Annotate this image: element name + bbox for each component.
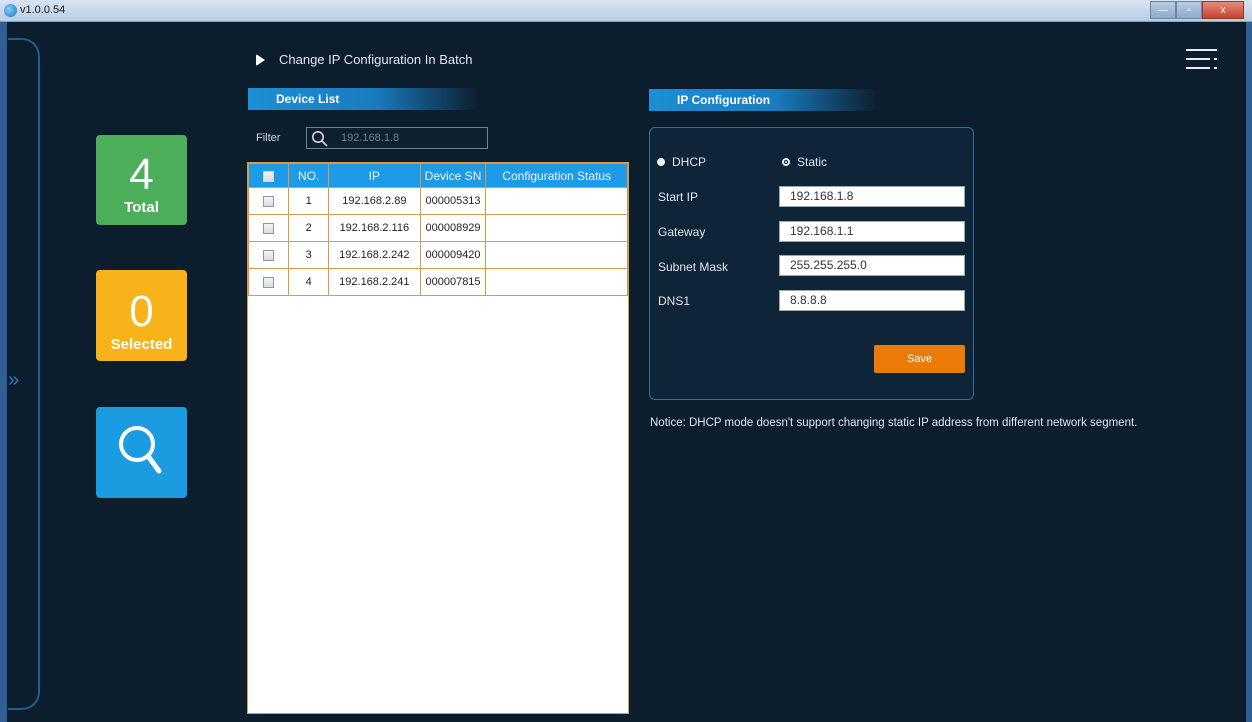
close-button[interactable]: x: [1202, 1, 1244, 19]
row-no: 1: [288, 187, 330, 215]
window-title: v1.0.0.54: [20, 4, 66, 16]
window-frame-right: [1246, 22, 1252, 722]
minimize-button[interactable]: —: [1150, 1, 1176, 19]
col-header-device-sn[interactable]: Device SN: [419, 163, 487, 188]
subnet-mask-field[interactable]: 255.255.255.0: [779, 255, 965, 276]
row-sn: 000007815: [419, 268, 487, 296]
device-list-header: Device List: [248, 88, 480, 110]
page-title: Change IP Configuration In Batch: [279, 52, 473, 67]
total-devices-tile[interactable]: 4 Total: [96, 135, 187, 225]
select-all-checkbox[interactable]: [263, 170, 275, 182]
table-row[interactable]: 2 192.168.2.116 000008929: [247, 214, 628, 242]
page-header: Change IP Configuration In Batch: [256, 52, 472, 67]
dhcp-notice: Notice: DHCP mode doesn't support changi…: [650, 417, 1138, 429]
col-header-no[interactable]: NO.: [288, 163, 330, 188]
total-count: 4: [129, 150, 154, 199]
col-header-ip[interactable]: IP: [328, 163, 421, 188]
row-select-cell: [247, 214, 290, 242]
row-status: [485, 241, 628, 269]
dhcp-label: DHCP: [672, 155, 707, 169]
selected-label: Selected: [110, 336, 173, 353]
dns1-field[interactable]: 8.8.8.8: [779, 290, 965, 311]
row-status: [485, 214, 628, 242]
row-no: 2: [288, 214, 330, 242]
row-sn: 000009420: [419, 241, 487, 269]
window-title-bar: v1.0.0.54 — ▫ x: [0, 0, 1252, 22]
selected-devices-tile[interactable]: 0 Selected: [96, 270, 187, 361]
row-checkbox[interactable]: [263, 249, 275, 261]
selected-count: 0: [129, 287, 154, 336]
table-header-row: NO. IP Device SN Configuration Status: [247, 163, 628, 188]
start-ip-field[interactable]: 192.168.1.8: [779, 186, 965, 207]
row-ip: 192.168.2.241: [328, 268, 421, 296]
window-frame-left: [0, 22, 7, 722]
gateway-label: Gateway: [658, 225, 706, 239]
filter-label: Filter: [256, 132, 281, 144]
filter-value: 192.168.1.8: [341, 132, 400, 144]
device-table: NO. IP Device SN Configuration Status 1 …: [247, 162, 629, 714]
static-radio-indicator: [782, 158, 790, 166]
ip-configuration-header: IP Configuration: [649, 89, 879, 111]
table-row[interactable]: 1 192.168.2.89 000005313: [247, 187, 628, 215]
static-radio[interactable]: Static: [782, 155, 827, 169]
table-row[interactable]: 3 192.168.2.242 000009420: [247, 241, 628, 269]
filter-input[interactable]: 192.168.1.8: [306, 127, 488, 149]
maximize-button[interactable]: ▫: [1176, 1, 1202, 19]
table-row[interactable]: 4 192.168.2.241 000007815: [247, 268, 628, 296]
row-ip: 192.168.2.242: [328, 241, 421, 269]
select-all-cell: [247, 163, 290, 188]
row-ip: 192.168.2.116: [328, 214, 421, 242]
row-select-cell: [247, 268, 290, 296]
row-status: [485, 268, 628, 296]
row-status: [485, 187, 628, 215]
row-select-cell: [247, 187, 290, 215]
dns1-label: DNS1: [658, 294, 691, 308]
search-icon: [312, 131, 328, 147]
play-bullet-icon: [256, 53, 265, 66]
start-ip-label: Start IP: [658, 190, 699, 204]
static-label: Static: [797, 155, 828, 169]
row-no: 4: [288, 268, 330, 296]
dhcp-radio[interactable]: DHCP: [657, 155, 706, 169]
row-checkbox[interactable]: [263, 276, 275, 288]
row-sn: 000008929: [419, 214, 487, 242]
window-controls: — ▫ x: [1150, 1, 1244, 19]
row-no: 3: [288, 241, 330, 269]
subnet-mask-label: Subnet Mask: [658, 260, 729, 274]
dhcp-radio-indicator: [657, 158, 665, 166]
save-button[interactable]: Save: [874, 345, 965, 373]
row-checkbox[interactable]: [263, 195, 275, 207]
search-icon: [119, 426, 162, 474]
row-sn: 000005313: [419, 187, 487, 215]
total-label: Total: [124, 199, 159, 216]
col-header-status[interactable]: Configuration Status: [485, 163, 628, 188]
row-checkbox[interactable]: [263, 222, 275, 234]
row-select-cell: [247, 241, 290, 269]
search-devices-button[interactable]: [96, 407, 187, 498]
app-icon: [4, 4, 17, 17]
gateway-field[interactable]: 192.168.1.1: [779, 221, 965, 242]
row-ip: 192.168.2.89: [328, 187, 421, 215]
expand-sidebar-icon[interactable]: »: [8, 370, 19, 390]
menu-icon[interactable]: [1186, 48, 1218, 72]
